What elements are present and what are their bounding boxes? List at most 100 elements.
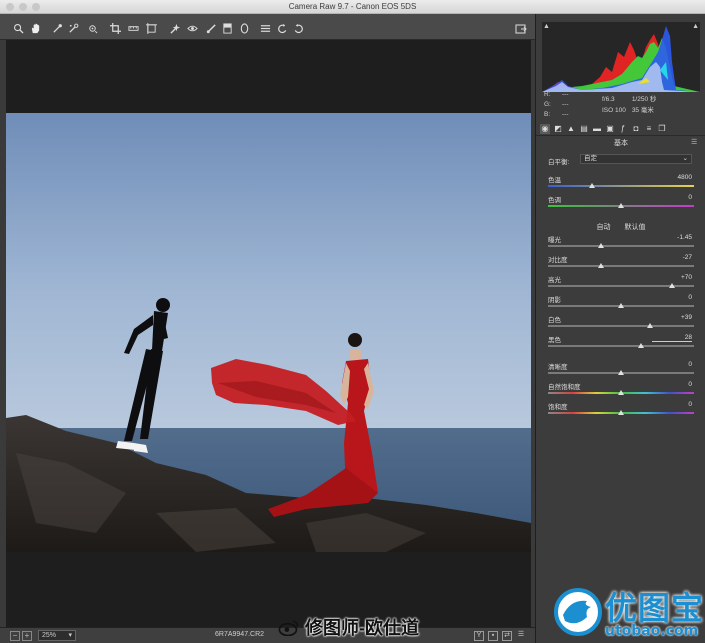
slider-thumb[interactable] <box>597 243 604 248</box>
rotate-cw-icon[interactable] <box>292 22 304 34</box>
r-label: R: <box>544 91 551 98</box>
slider-label: 清晰度 <box>548 364 568 371</box>
slider-thumb[interactable] <box>647 323 654 328</box>
slider-thumb[interactable] <box>669 283 676 288</box>
crop-tool-icon[interactable] <box>109 22 121 34</box>
zoom-level-select[interactable]: 25% ▾ <box>38 630 76 641</box>
slider-label: 曝光 <box>548 237 561 244</box>
slider-sliders_tone-0[interactable]: 曝光 -1.45 <box>548 234 694 252</box>
slider-track[interactable] <box>548 245 694 247</box>
slider-label: 色温 <box>548 177 561 184</box>
status-bar: − + 25% ▾ 6R7A9947.CR2 Y ▪ ⇄ ☰ <box>0 627 535 643</box>
slider-label: 高光 <box>548 277 561 284</box>
split-toning-tab-icon[interactable]: ▬ <box>592 124 602 134</box>
window-title: Camera Raw 9.7 - Canon EOS 5DS <box>288 2 417 11</box>
white-balance-tool-icon[interactable] <box>51 22 63 34</box>
logo-subtext: utobao.com <box>605 623 699 639</box>
slider-value[interactable]: 0 <box>652 194 692 201</box>
preferences-icon[interactable] <box>259 22 271 34</box>
rotate-ccw-icon[interactable] <box>276 22 288 34</box>
adjustment-brush-icon[interactable] <box>205 22 217 34</box>
slider-thumb[interactable] <box>597 263 604 268</box>
slider-sliders_tone-5[interactable]: 黑色 28 <box>548 334 694 352</box>
slider-thumb[interactable] <box>618 203 624 208</box>
slider-sliders_presence-2[interactable]: 饱和度 0 <box>548 401 694 419</box>
slider-value[interactable]: +70 <box>652 274 692 281</box>
auto-button[interactable]: 自动 <box>597 224 611 231</box>
slider-value[interactable]: 0 <box>652 381 692 388</box>
slider-thumb[interactable] <box>618 410 624 415</box>
slider-sliders_wb-1[interactable]: 色调 0 <box>548 194 694 212</box>
panel-menu-icon[interactable]: ☰ <box>691 138 699 146</box>
shadow-clip-warning-icon[interactable]: ▲ <box>543 23 550 30</box>
red-eye-tool-icon[interactable] <box>186 22 198 34</box>
slider-sliders_tone-3[interactable]: 阴影 0 <box>548 294 694 312</box>
view-settings-icon[interactable]: ☰ <box>516 631 526 641</box>
slider-value[interactable]: +39 <box>652 314 692 321</box>
slider-track[interactable] <box>548 185 694 187</box>
slider-thumb[interactable] <box>638 343 645 348</box>
iso-value: ISO 100 <box>602 107 626 114</box>
graduated-filter-icon[interactable] <box>221 22 233 34</box>
hsl-tab-icon[interactable]: ▤ <box>579 124 589 134</box>
white-balance-value: 自定 <box>584 155 597 162</box>
slider-label: 色调 <box>548 197 561 204</box>
section-title: 基本 <box>614 140 628 147</box>
slider-label: 黑色 <box>548 337 561 344</box>
zoom-out-button[interactable]: − <box>10 631 20 641</box>
image-canvas[interactable] <box>6 40 531 627</box>
title-bar: Camera Raw 9.7 - Canon EOS 5DS <box>0 0 705 14</box>
open-object-icon[interactable] <box>515 22 527 34</box>
slider-sliders_tone-4[interactable]: 白色 +39 <box>548 314 694 332</box>
basic-tab-icon[interactable]: ◉ <box>540 123 550 134</box>
hand-tool-icon[interactable] <box>29 22 41 34</box>
slider-value[interactable]: 0 <box>652 401 692 408</box>
zoom-in-button[interactable]: + <box>22 631 32 641</box>
effects-tab-icon[interactable]: ƒ <box>618 124 628 134</box>
highlight-clip-warning-icon[interactable]: ▲ <box>692 23 699 30</box>
slider-thumb[interactable] <box>588 183 595 188</box>
presets-tab-icon[interactable]: ≡ <box>644 124 654 134</box>
slider-track[interactable] <box>548 345 694 347</box>
weibo-watermark: 修图师-欧仕道 <box>278 614 419 640</box>
before-after-icon[interactable]: ▪ <box>488 631 498 641</box>
swap-settings-icon[interactable]: ⇄ <box>502 631 512 641</box>
straighten-tool-icon[interactable] <box>127 22 139 34</box>
slider-thumb[interactable] <box>618 303 624 308</box>
slider-sliders_tone-2[interactable]: 高光 +70 <box>548 274 694 292</box>
targeted-adjustment-tool-icon[interactable] <box>86 22 98 34</box>
tone-curve-tab-icon[interactable]: ◩ <box>553 124 563 134</box>
watermark-text: 修图师-欧仕道 <box>305 618 420 638</box>
lens-corrections-tab-icon[interactable]: ▣ <box>605 124 615 134</box>
radial-filter-icon[interactable] <box>238 22 250 34</box>
zoom-tool-icon[interactable] <box>12 22 24 34</box>
camera-calibration-tab-icon[interactable]: ◘ <box>631 124 641 134</box>
shutter-value: 1/250 秒 <box>631 96 657 103</box>
slider-track[interactable] <box>548 325 694 327</box>
default-button[interactable]: 默认值 <box>624 224 645 231</box>
slider-value[interactable]: 0 <box>652 294 692 301</box>
image-meta: R: --- G: --- B: --- f/6.3 1/250 秒 ISO 100 … <box>542 86 700 126</box>
color-sampler-tool-icon[interactable] <box>67 22 79 34</box>
slider-sliders_presence-1[interactable]: 自然饱和度 0 <box>548 381 694 399</box>
slider-sliders_tone-1[interactable]: 对比度 -27 <box>548 254 694 272</box>
compare-y-icon[interactable]: Y <box>474 631 484 641</box>
slider-thumb[interactable] <box>618 390 624 395</box>
slider-sliders_wb-0[interactable]: 色温 4800 <box>548 174 694 192</box>
histogram: ▲ ▲ <box>542 22 700 92</box>
slider-value[interactable]: 0 <box>652 361 692 368</box>
snapshots-tab-icon[interactable]: ❐ <box>657 124 667 134</box>
slider-sliders_presence-0[interactable]: 清晰度 0 <box>548 361 694 379</box>
slider-value[interactable]: 28 <box>652 334 692 342</box>
spot-removal-tool-icon[interactable] <box>169 22 181 34</box>
detail-tab-icon[interactable]: ▲ <box>566 124 576 134</box>
slider-track[interactable] <box>548 265 694 267</box>
slider-label: 对比度 <box>548 257 568 264</box>
slider-value[interactable]: -27 <box>652 254 692 261</box>
slider-value[interactable]: 4800 <box>652 174 692 181</box>
slider-label: 自然饱和度 <box>548 384 581 391</box>
transform-tool-icon[interactable] <box>145 22 157 34</box>
slider-thumb[interactable] <box>618 370 624 375</box>
white-balance-select[interactable]: 自定 ⌄ <box>580 154 692 164</box>
slider-value[interactable]: -1.45 <box>652 234 692 241</box>
